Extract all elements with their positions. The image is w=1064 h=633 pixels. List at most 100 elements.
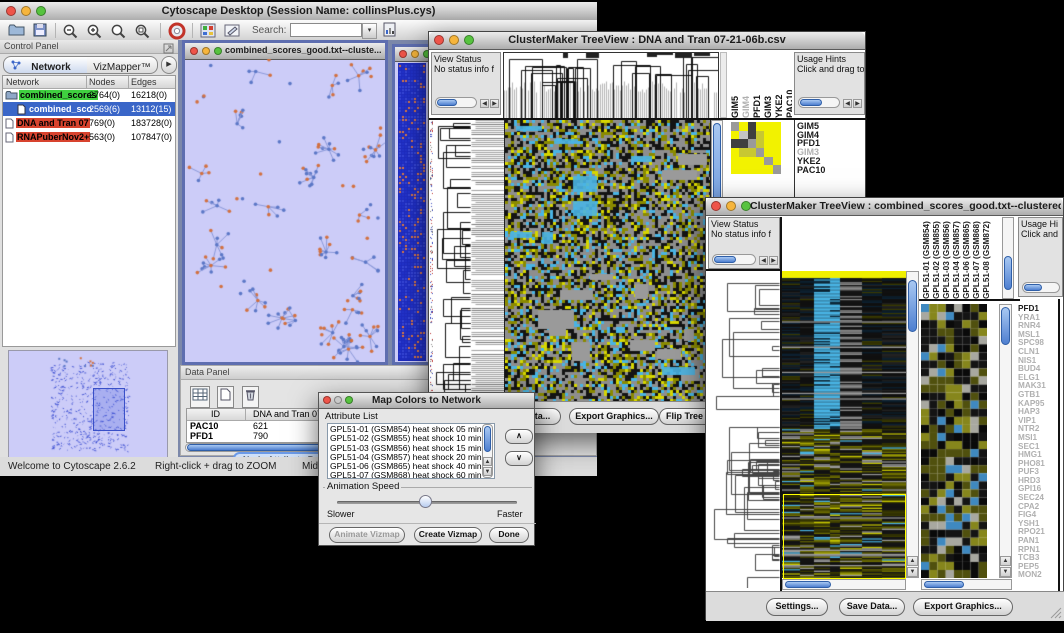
mini-heatmap-cell[interactable] (739, 148, 747, 157)
search-dropdown-button[interactable]: ▾ (362, 23, 377, 39)
export-graphics-button[interactable]: Export Graphics... (569, 408, 659, 425)
table-icon[interactable] (190, 386, 210, 408)
mini-heatmap-cell[interactable] (739, 157, 747, 166)
col-nodes[interactable]: Nodes (89, 77, 115, 87)
close-button[interactable] (190, 47, 198, 55)
row-dendrogram-canvas[interactable] (708, 271, 780, 588)
scroll-left-arrow[interactable]: ◀ (480, 99, 489, 108)
view-status-scrollbar[interactable] (712, 254, 756, 265)
gene-label[interactable]: MON2 (1018, 571, 1058, 580)
mini-heatmap-cell[interactable] (764, 122, 772, 131)
global-vscrollbar[interactable]: ▲ ▼ (906, 271, 919, 578)
scroll-pill[interactable] (800, 99, 822, 106)
close-button[interactable] (399, 50, 407, 58)
col-edges[interactable]: Edges (131, 77, 157, 87)
scroll-pill[interactable] (1024, 284, 1042, 291)
vscroll-pill[interactable] (908, 280, 917, 332)
gene-label[interactable]: PAC10 (797, 166, 865, 175)
resize-grip[interactable] (1050, 606, 1062, 624)
done-button[interactable]: Done (489, 527, 529, 543)
column-label[interactable]: GPL51-02 (GSM855) (932, 219, 941, 299)
minimize-button[interactable] (726, 201, 736, 211)
column-label[interactable]: PAC10 (785, 54, 792, 118)
save-data-button[interactable]: Save Data... (839, 598, 905, 616)
treeview1-titlebar[interactable]: ClusterMaker TreeView : DNA and Tran 07-… (429, 32, 865, 50)
mini-heatmap-cell[interactable] (731, 139, 739, 148)
minimize-button[interactable] (202, 47, 210, 55)
mini-heatmap-cell[interactable] (731, 148, 739, 157)
mini-heatmap-cell[interactable] (756, 148, 764, 157)
scroll-up-arrow[interactable]: ▲ (483, 457, 492, 466)
network-overview-thumbnail[interactable] (8, 350, 168, 458)
scroll-right-arrow[interactable]: ▶ (769, 256, 778, 265)
column-label[interactable]: PFD1 (752, 54, 762, 118)
listbox-vscrollbar[interactable]: ▲ ▼ (482, 424, 493, 478)
new-attribute-icon[interactable] (217, 386, 234, 408)
labels-vscrollbar[interactable]: ▲ (1002, 217, 1014, 299)
col-id[interactable]: ID (211, 409, 220, 419)
mini-heatmap-cell[interactable] (764, 139, 772, 148)
minimize-button[interactable] (411, 50, 419, 58)
mini-heatmap-cell[interactable] (731, 131, 739, 140)
col-network[interactable]: Network (6, 77, 39, 87)
scroll-left-arrow[interactable]: ◀ (759, 256, 768, 265)
mini-heatmap-cell[interactable] (739, 122, 747, 131)
network1-titlebar[interactable]: combined_scores_good.txt--cluste... (185, 43, 385, 60)
network-row[interactable]: DNA and Tran 07 769(0) 183728(0) (3, 116, 175, 130)
column-dendrogram-canvas[interactable] (503, 52, 719, 120)
column-label[interactable]: GPL51-08 (GSM872) (982, 219, 991, 299)
network-row-selected[interactable]: combined_sco 2569(6) 13112(15) (3, 102, 175, 116)
desktop-titlebar[interactable]: Cytoscape Desktop (Session Name: collins… (0, 2, 597, 21)
row-dendrogram-canvas[interactable] (433, 120, 471, 401)
move-up-button[interactable]: ∧ (505, 429, 533, 444)
mini-heatmap-cell[interactable] (748, 131, 756, 140)
mini-heatmap-cell[interactable] (764, 165, 772, 174)
mini-heatmap-cell[interactable] (764, 131, 772, 140)
mini-heatmap-cell[interactable] (748, 157, 756, 166)
vscroll-pill[interactable] (1004, 256, 1012, 290)
move-down-button[interactable]: ∨ (505, 451, 533, 466)
correlation-mini-heatmap[interactable] (731, 122, 781, 174)
hscroll-pill[interactable] (924, 581, 964, 588)
mini-heatmap-cell[interactable] (773, 122, 781, 131)
column-label[interactable]: GIM4 (741, 54, 751, 118)
settings-button[interactable]: Settings... (766, 598, 828, 616)
mini-heatmap-cell[interactable] (731, 165, 739, 174)
scroll-left-arrow[interactable]: ◀ (843, 99, 852, 108)
network-canvas[interactable] (185, 59, 385, 362)
mini-heatmap-cell[interactable] (731, 157, 739, 166)
heatmap-selection-rect[interactable] (783, 494, 906, 579)
scroll-up-arrow[interactable]: ▲ (907, 556, 918, 566)
mini-heatmap-cell[interactable] (756, 157, 764, 166)
scroll-down-arrow[interactable]: ▼ (907, 567, 918, 577)
scroll-pill[interactable] (437, 99, 457, 106)
mini-heatmap-cell[interactable] (756, 139, 764, 148)
attribute-listbox[interactable]: GPL51-01 (GSM854) heat shock 05 minGPL51… (327, 423, 495, 479)
mini-heatmap-cell[interactable] (773, 148, 781, 157)
network-row[interactable]: combined_scores 2764(0) 16218(0) (3, 88, 175, 102)
overview-canvas[interactable] (9, 351, 167, 457)
dense-network-canvas[interactable] (398, 63, 426, 361)
mini-heatmap-cell[interactable] (773, 139, 781, 148)
mini-heatmap-cell[interactable] (731, 122, 739, 131)
column-label[interactable]: GIM5 (730, 54, 740, 118)
column-label[interactable]: GPL51-06 (GSM865) (962, 219, 971, 299)
column-label[interactable]: GPL51-03 (GSM856) (942, 219, 951, 299)
close-button[interactable] (711, 201, 721, 211)
column-label[interactable]: GIM3 (763, 54, 773, 118)
overview-selection-rect[interactable] (93, 388, 125, 431)
scroll-down-arrow[interactable]: ▼ (483, 467, 492, 476)
mini-heatmap-cell[interactable] (739, 139, 747, 148)
zoom-vscrollbar[interactable]: ▲ ▼ (999, 304, 1012, 578)
create-vizmap-button[interactable]: Create Vizmap (414, 527, 482, 543)
mini-heatmap-cell[interactable] (756, 131, 764, 140)
search-input[interactable] (290, 23, 362, 37)
mini-heatmap-cell[interactable] (739, 165, 747, 174)
mini-heatmap-cell[interactable] (756, 165, 764, 174)
global-hscrollbar[interactable] (782, 579, 906, 590)
mini-heatmap-cell[interactable] (748, 165, 756, 174)
usage-hints-scrollbar[interactable] (1022, 282, 1060, 293)
column-label[interactable]: YKE2 (774, 54, 784, 118)
column-label[interactable]: GPL51-01 (GSM854) (922, 219, 931, 299)
view-status-scrollbar[interactable] (435, 97, 477, 108)
